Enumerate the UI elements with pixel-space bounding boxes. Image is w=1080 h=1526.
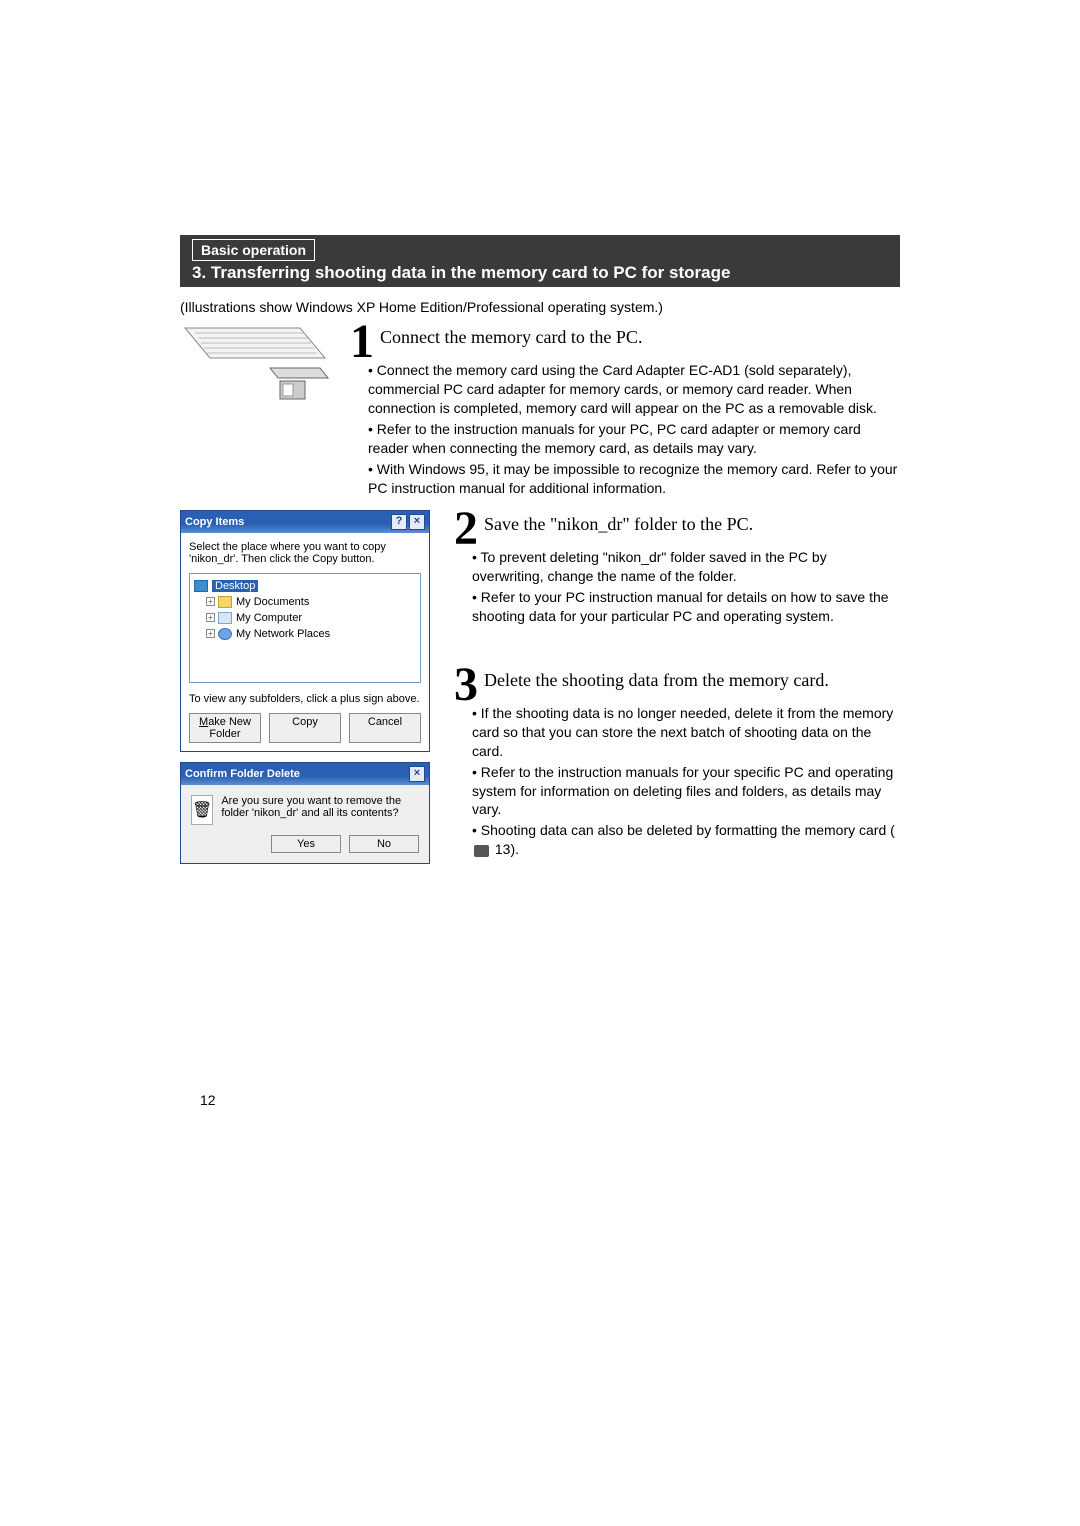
tree-node-docs[interactable]: My Documents xyxy=(236,596,309,608)
bullet: Refer to the instruction manuals for you… xyxy=(472,763,900,820)
step-1: 1 Connect the memory card to the PC. Con… xyxy=(180,323,900,500)
manual-page: Basic operation 3. Transferring shooting… xyxy=(180,235,900,864)
camera-icon xyxy=(474,845,489,857)
network-icon xyxy=(218,628,232,640)
expand-icon[interactable]: + xyxy=(206,613,215,622)
bullet: Connect the memory card using the Card A… xyxy=(368,361,900,418)
tree-node-network[interactable]: My Network Places xyxy=(236,628,330,640)
computer-icon xyxy=(218,612,232,624)
bullet: Refer to the instruction manuals for you… xyxy=(368,420,900,458)
illustration-keyboard xyxy=(180,323,340,500)
keyboard-card-icon xyxy=(180,323,330,413)
tree-node-computer[interactable]: My Computer xyxy=(236,612,302,624)
no-button[interactable]: No xyxy=(349,835,419,853)
help-button[interactable]: ? xyxy=(391,514,407,530)
yes-button[interactable]: Yes xyxy=(271,835,341,853)
tree-node-desktop[interactable]: Desktop xyxy=(212,580,258,592)
intro-note: (Illustrations show Windows XP Home Edit… xyxy=(180,299,900,315)
step-1-bullets: Connect the memory card using the Card A… xyxy=(368,361,900,497)
confirm-message: Are you sure you want to remove the fold… xyxy=(221,795,419,825)
category-label: Basic operation xyxy=(192,239,315,261)
page-number: 12 xyxy=(200,1092,216,1108)
copy-button[interactable]: Copy xyxy=(269,713,341,743)
step-2-bullets: To prevent deleting "nikon_dr" folder sa… xyxy=(472,548,900,626)
section-header: Basic operation 3. Transferring shooting… xyxy=(180,235,900,287)
bullet: With Windows 95, it may be impossible to… xyxy=(368,460,900,498)
recycle-bin-icon: 🗑 xyxy=(191,795,213,825)
expand-icon[interactable]: + xyxy=(206,629,215,638)
cancel-button[interactable]: Cancel xyxy=(349,713,421,743)
step-number-2: 2 xyxy=(454,510,478,548)
step-2-title: Save the "nikon_dr" folder to the PC. xyxy=(454,510,900,535)
dialog-title: Copy Items xyxy=(185,516,389,528)
dialog-instruction: Select the place where you want to copy … xyxy=(189,541,421,565)
expand-icon[interactable]: + xyxy=(206,597,215,606)
dialog-titlebar: Copy Items ? × xyxy=(181,511,429,533)
step-3-title: Delete the shooting data from the memory… xyxy=(454,666,900,691)
row-step2: Copy Items ? × Select the place where yo… xyxy=(180,510,900,864)
copy-items-dialog: Copy Items ? × Select the place where yo… xyxy=(180,510,430,752)
close-button[interactable]: × xyxy=(409,766,425,782)
make-new-folder-button[interactable]: Make New Folder xyxy=(189,713,261,743)
bullet: To prevent deleting "nikon_dr" folder sa… xyxy=(472,548,900,586)
step-3-bullets: If the shooting data is no longer needed… xyxy=(472,704,900,859)
dialog-title: Confirm Folder Delete xyxy=(185,768,407,780)
section-title: 3. Transferring shooting data in the mem… xyxy=(180,261,900,287)
dialog-subtext: To view any subfolders, click a plus sig… xyxy=(189,693,421,705)
desktop-icon xyxy=(194,580,208,592)
bullet: Shooting data can also be deleted by for… xyxy=(472,821,900,859)
step-number-1: 1 xyxy=(350,323,374,361)
dialog-titlebar: Confirm Folder Delete × xyxy=(181,763,429,785)
step-1-title: Connect the memory card to the PC. xyxy=(350,323,900,348)
folder-tree[interactable]: Desktop + My Documents + My Computer xyxy=(189,573,421,683)
step-number-3: 3 xyxy=(454,666,478,704)
bullet: Refer to your PC instruction manual for … xyxy=(472,588,900,626)
bullet: If the shooting data is no longer needed… xyxy=(472,704,900,761)
confirm-delete-dialog: Confirm Folder Delete × 🗑 Are you sure y… xyxy=(180,762,430,864)
close-button[interactable]: × xyxy=(409,514,425,530)
folder-icon xyxy=(218,596,232,608)
